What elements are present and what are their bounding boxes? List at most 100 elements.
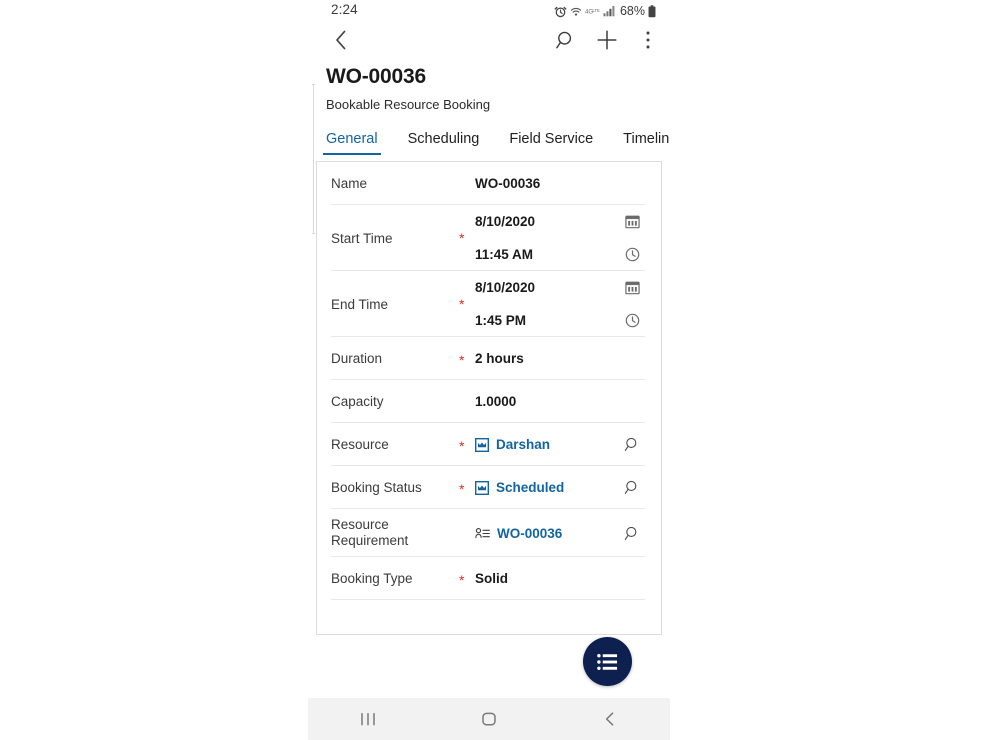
field-label-booking-type: Booking Type [331,571,413,586]
booking-status-lookup-button[interactable] [619,479,645,496]
field-row-duration: Duration * 2 hours [317,337,661,380]
start-time-date-picker-button[interactable] [619,214,645,229]
field-row-end-time: End Time * 8/10/2020 1:45 PM [317,271,661,337]
field-required-resource-requirement [459,532,475,534]
field-label-capacity: Capacity [331,394,384,409]
vertical-scrollbar[interactable] [312,84,315,234]
resource-lookup-button[interactable] [619,436,645,453]
field-label-resource-requirement: Resource Requirement [331,517,409,548]
field-required-start-time: * [459,230,465,246]
field-divider [331,599,645,600]
end-time-date-value[interactable]: 8/10/2020 [475,280,619,295]
back-button[interactable] [326,25,356,55]
end-time-date-line: 8/10/2020 [475,271,645,304]
tab-timeline[interactable]: Timeline [623,131,670,155]
calendar-icon [624,281,640,295]
booking-status-value-text: Scheduled [496,480,565,495]
phone-viewport: 2:24 4G LTE 68% WO-00036 Bookable Resour… [308,0,670,740]
status-bar-icons: 4G LTE 68% [554,3,656,19]
recents-button[interactable] [338,698,398,740]
resource-requirement-value-text: WO-00036 [497,525,563,541]
field-row-capacity: Capacity 1.0000 [317,380,661,423]
end-time-date-picker-button[interactable] [619,280,645,295]
home-icon [482,712,496,726]
wifi-icon [570,7,582,16]
signal-bars-icon [603,5,615,17]
field-label-name: Name [331,176,368,191]
field-label-start-time: Start Time [331,230,393,246]
field-value-start-time: 8/10/2020 11:45 AM [475,205,645,271]
status-bar: 2:24 4G LTE 68% [308,0,670,24]
field-value-capacity[interactable]: 1.0000 [475,394,645,409]
status-bar-clock: 2:24 [331,2,358,17]
start-time-time-value[interactable]: 11:45 AM [475,247,619,262]
field-required-end-time: * [459,296,465,312]
start-time-time-picker-button[interactable] [619,247,645,262]
field-value-resource-requirement[interactable]: WO-00036 [475,526,619,541]
home-button[interactable] [459,698,519,740]
clock-icon [625,313,639,328]
field-label-end-time: End Time [331,296,389,312]
search-icon [624,480,636,495]
tab-scheduling[interactable]: Scheduling [408,131,480,155]
page-title: WO-00036 [326,65,426,88]
clock-icon [625,247,639,262]
start-time-time-line: 11:45 AM [475,238,645,271]
field-value-duration[interactable]: 2 hours [475,351,645,366]
field-row-booking-type: Booking Type * Solid [317,557,661,600]
field-required-name [459,183,475,185]
end-time-time-picker-button[interactable] [619,313,645,328]
android-nav-bar [308,698,670,740]
search-button[interactable] [552,26,580,54]
start-time-date-line: 8/10/2020 [475,205,645,238]
svg-text:LTE: LTE [592,7,599,12]
new-record-button[interactable] [593,26,621,54]
app-bar-actions [552,25,662,55]
4g-lte-icon: 4G LTE [585,7,600,15]
resource-value-text: Darshan [496,437,551,452]
battery-percent-label: 68% [619,4,645,18]
end-time-time-value[interactable]: 1:45 PM [475,313,619,328]
field-label-booking-status: Booking Status [331,480,422,495]
app-bar [308,24,670,58]
overflow-menu-button[interactable] [634,26,662,54]
field-required-booking-status: * [459,480,465,497]
more-vertical-icon [646,31,650,49]
start-time-date-value[interactable]: 8/10/2020 [475,214,619,229]
entity-type-label: Bookable Resource Booking [326,97,491,112]
end-time-time-line: 1:45 PM [475,304,645,337]
field-value-resource[interactable]: Darshan [475,437,619,452]
tab-general[interactable]: General [323,131,381,155]
field-required-booking-type: * [459,571,465,588]
bookable-resource-entity-icon [475,437,489,452]
field-row-resource-requirement: Resource Requirement WO-00036 [317,509,661,557]
field-row-start-time: Start Time * 8/10/2020 11:45 AM [317,205,661,271]
resource-requirement-entity-icon [475,527,490,538]
general-form-card: Name WO-00036 Start Time * 8/10/2020 11:… [316,161,662,635]
field-value-booking-status[interactable]: Scheduled [475,480,619,495]
field-row-name: Name WO-00036 [317,162,661,205]
field-row-booking-status: Booking Status * Scheduled [317,466,661,509]
resource-requirement-lookup-button[interactable] [619,525,645,542]
back-icon [605,712,613,726]
calendar-icon [624,215,640,229]
search-icon [624,437,636,452]
back-button-nav[interactable] [580,698,640,740]
field-required-duration: * [459,351,465,368]
field-value-name[interactable]: WO-00036 [475,176,645,191]
record-header: WO-00036 Bookable Resource Booking [308,58,670,113]
search-icon [556,31,572,49]
field-row-resource: Resource * Darshan [317,423,661,466]
chevron-left-icon [336,30,346,50]
battery-icon [648,4,656,17]
booking-status-entity-icon [475,480,489,495]
tab-field-service[interactable]: Field Service [509,131,593,155]
field-value-booking-type[interactable]: Solid [475,571,645,586]
search-icon [624,526,636,540]
list-menu-icon [597,653,618,670]
command-bar-fab[interactable] [583,637,632,686]
tab-bar: General Scheduling Field Service Timelin… [308,123,670,155]
field-required-resource: * [459,437,465,454]
plus-icon [597,30,617,50]
field-label-resource: Resource [331,437,389,452]
